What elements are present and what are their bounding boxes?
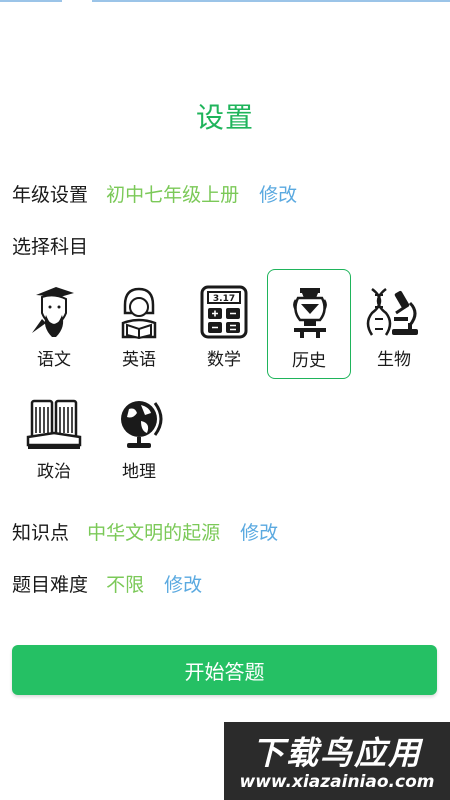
subject-geography-label: 地理 bbox=[122, 462, 156, 482]
grade-edit-link[interactable]: 修改 bbox=[259, 184, 297, 206]
top-strip bbox=[0, 0, 450, 3]
books-icon bbox=[26, 399, 82, 449]
knowledge-value: 中华文明的起源 bbox=[87, 522, 221, 544]
knowledge-row: 知识点 中华文明的起源 修改 bbox=[12, 518, 278, 545]
subject-politics[interactable]: 政治 bbox=[12, 381, 96, 491]
subject-politics-label: 政治 bbox=[37, 462, 71, 482]
watermark-logo-text: 下载鸟应用 bbox=[251, 734, 422, 772]
knowledge-label: 知识点 bbox=[12, 522, 70, 544]
difficulty-row: 题目难度 不限 修改 bbox=[12, 570, 202, 597]
ancient-vase-icon bbox=[293, 288, 327, 338]
subject-history-label: 历史 bbox=[292, 351, 326, 371]
watermark-url: www.xiazainiao.com bbox=[239, 772, 435, 792]
subject-math[interactable]: 3.17 数学 bbox=[182, 269, 266, 379]
knowledge-edit-link[interactable]: 修改 bbox=[240, 522, 278, 544]
subject-geography[interactable]: 地理 bbox=[97, 381, 181, 491]
subject-biology-label: 生物 bbox=[377, 350, 411, 370]
grade-row: 年级设置 初中七年级上册 修改 bbox=[12, 180, 297, 207]
dna-microscope-icon bbox=[366, 288, 418, 336]
page-title: 设置 bbox=[195, 101, 254, 134]
calculator-display: 3.17 bbox=[213, 294, 235, 304]
difficulty-value: 不限 bbox=[106, 574, 145, 596]
calculator-icon: 3.17 bbox=[200, 285, 248, 339]
subject-history[interactable]: 历史 bbox=[267, 269, 351, 379]
poet-icon bbox=[32, 287, 74, 337]
subject-english-label: 英语 bbox=[122, 350, 156, 370]
subject-math-label: 数学 bbox=[207, 350, 241, 370]
grade-label: 年级设置 bbox=[12, 184, 89, 206]
subjects-section-label: 选择科目 bbox=[12, 236, 89, 258]
globe-icon bbox=[121, 401, 163, 448]
watermark: 下载鸟应用 www.xiazainiao.com bbox=[224, 722, 450, 800]
subject-english[interactable]: 英语 bbox=[97, 269, 181, 379]
reading-girl-icon bbox=[121, 287, 157, 339]
start-quiz-button[interactable]: 开始答题 bbox=[12, 645, 437, 695]
subject-chinese[interactable]: 语文 bbox=[12, 269, 96, 379]
difficulty-label: 题目难度 bbox=[12, 574, 89, 596]
subject-biology[interactable]: 生物 bbox=[352, 269, 436, 379]
difficulty-edit-link[interactable]: 修改 bbox=[164, 574, 202, 596]
grade-value: 初中七年级上册 bbox=[106, 184, 240, 206]
subject-chinese-label: 语文 bbox=[37, 350, 71, 370]
